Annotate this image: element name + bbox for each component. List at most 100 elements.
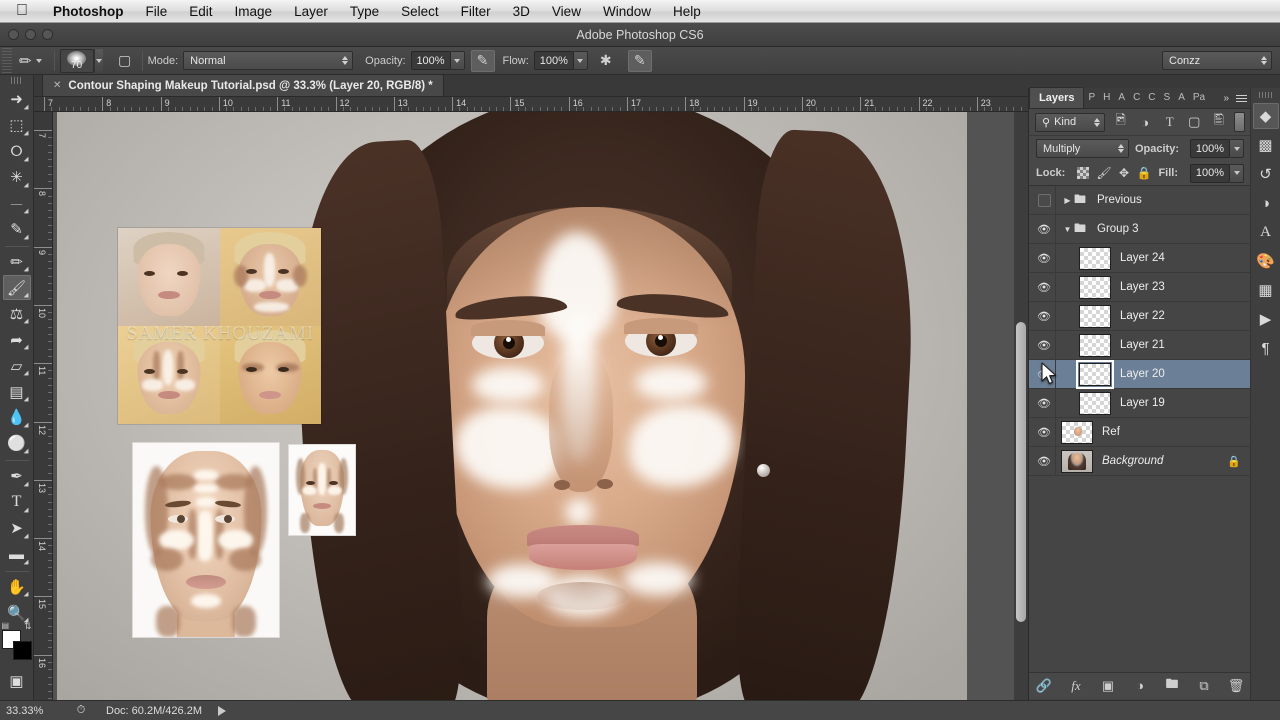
layer-name[interactable]: Layer 21 bbox=[1120, 339, 1165, 351]
zoom-level-field[interactable]: 33.33% bbox=[0, 705, 70, 717]
brush-tool[interactable]: 🖌 bbox=[2, 275, 31, 301]
layer-visibility-toggle[interactable]: 👁 bbox=[1033, 252, 1055, 265]
reference-contour-diagram[interactable] bbox=[132, 442, 280, 638]
flow-value[interactable]: 100% bbox=[533, 51, 574, 70]
flow-control[interactable]: 100% bbox=[533, 51, 588, 70]
layer-name[interactable]: Layer 23 bbox=[1120, 281, 1165, 293]
dodge-tool[interactable]: ⚪ bbox=[3, 431, 31, 456]
menu-view[interactable]: View bbox=[541, 0, 592, 23]
workspace-switcher[interactable]: Conzz bbox=[1162, 51, 1272, 70]
close-window-button[interactable] bbox=[8, 29, 19, 40]
table-row[interactable]: 👁 Layer 20 bbox=[1029, 359, 1251, 389]
layer-list[interactable]: ▶ 🖿 Previous 👁 ▼ 🖿 Group 3 👁 Layer 24 👁 … bbox=[1029, 186, 1251, 604]
filter-pixel-layers-icon[interactable]: 🖻 bbox=[1111, 112, 1130, 133]
color-swatches[interactable]: ▤ ⇅ bbox=[1, 621, 32, 661]
tab-history[interactable]: H bbox=[1099, 87, 1114, 108]
crop-tool[interactable]: ⏤ bbox=[3, 191, 31, 216]
layer-name[interactable]: Layer 20 bbox=[1120, 368, 1165, 380]
menu-edit[interactable]: Edit bbox=[178, 0, 223, 23]
table-row[interactable]: 👁 Layer 21 bbox=[1029, 330, 1251, 360]
character-dock-icon[interactable]: A bbox=[1253, 219, 1279, 245]
reference-contour-map-small[interactable] bbox=[288, 444, 356, 536]
dock-grip[interactable] bbox=[1259, 92, 1272, 98]
layer-visibility-toggle[interactable]: 👁 bbox=[1033, 339, 1055, 352]
spot-healing-brush-tool[interactable]: ✏ bbox=[3, 250, 31, 275]
tab-channels[interactable]: C bbox=[1129, 87, 1144, 108]
table-row[interactable]: 👁 Background 🔒 bbox=[1029, 446, 1251, 476]
rectangular-marquee-tool[interactable]: ⬚ bbox=[3, 113, 31, 138]
eraser-tool[interactable]: ▱ bbox=[3, 353, 31, 378]
table-row[interactable]: 👁 ▼ 🖿 Group 3 bbox=[1029, 214, 1251, 244]
pen-tool[interactable]: ✒ bbox=[3, 464, 31, 489]
layer-opacity-dropdown[interactable] bbox=[1230, 139, 1244, 158]
tab-swatches[interactable]: S bbox=[1160, 87, 1175, 108]
tab-layers[interactable]: Layers bbox=[1029, 87, 1085, 108]
move-tool[interactable]: ➜ bbox=[3, 87, 31, 112]
layer-visibility-toggle[interactable]: 👁 bbox=[1033, 455, 1055, 468]
layer-visibility-toggle[interactable]: 👁 bbox=[1033, 223, 1055, 236]
canvas-area[interactable]: SAMER KHOUZAMI bbox=[53, 112, 1028, 700]
add-layer-mask-button[interactable]: ▣ bbox=[1099, 677, 1117, 695]
layer-thumbnail[interactable] bbox=[1079, 246, 1111, 270]
layer-opacity-value[interactable]: 100% bbox=[1190, 139, 1230, 158]
pressure-opacity-toggle-button[interactable]: ✎ bbox=[470, 49, 495, 72]
active-tool-preset-picker[interactable]: ✏ bbox=[12, 52, 49, 70]
menu-type[interactable]: Type bbox=[339, 0, 390, 23]
horizontal-type-tool[interactable]: T bbox=[3, 490, 31, 515]
delete-layer-button[interactable]: 🗑 bbox=[1227, 677, 1245, 695]
lock-position-button[interactable]: ✥ bbox=[1119, 165, 1130, 182]
swap-colors-icon[interactable]: ⇅ bbox=[24, 621, 32, 632]
layers-dock-icon[interactable]: ◆ bbox=[1252, 103, 1279, 129]
layer-name[interactable]: Ref bbox=[1102, 426, 1120, 438]
canvas-vertical-scrollbar[interactable] bbox=[1014, 112, 1028, 700]
status-menu-arrow-icon[interactable] bbox=[218, 705, 226, 716]
toggle-brush-panel-button[interactable]: ▢ bbox=[113, 50, 137, 72]
link-layers-button[interactable]: 🔗 bbox=[1035, 677, 1053, 695]
background-color-swatch[interactable] bbox=[12, 641, 32, 661]
layer-thumbnail[interactable] bbox=[1079, 275, 1111, 299]
menu-select[interactable]: Select bbox=[390, 0, 450, 23]
layer-thumbnail[interactable] bbox=[1061, 420, 1093, 444]
color-dock-icon[interactable]: 🎨 bbox=[1253, 248, 1279, 274]
vertical-ruler[interactable]: 789101112131415161718192021 bbox=[34, 112, 53, 700]
chevron-right-icon[interactable]: ▶ bbox=[1061, 196, 1074, 205]
filter-smart-object-layers-icon[interactable]: 🖺 bbox=[1210, 112, 1229, 133]
layer-thumbnail[interactable] bbox=[1079, 391, 1111, 415]
history-dock-icon[interactable]: ↺ bbox=[1253, 161, 1279, 187]
layer-name[interactable]: Layer 24 bbox=[1120, 252, 1165, 264]
apple-menu-icon[interactable]:  bbox=[16, 3, 28, 19]
paragraph-dock-icon[interactable]: ¶ bbox=[1253, 335, 1279, 361]
lasso-tool[interactable]: ⭘ bbox=[3, 139, 31, 164]
tab-paragraph[interactable]: Pa bbox=[1189, 87, 1209, 108]
default-colors-icon[interactable]: ▤ bbox=[2, 621, 10, 630]
eyedropper-tool[interactable]: ✎ bbox=[3, 217, 31, 242]
menu-layer[interactable]: Layer bbox=[283, 0, 339, 23]
filter-adjustment-layers-icon[interactable]: ◑ bbox=[1136, 112, 1155, 133]
blend-mode-select[interactable]: Normal bbox=[183, 51, 354, 70]
table-row[interactable]: 👁 Layer 19 bbox=[1029, 388, 1251, 418]
new-group-button[interactable]: 🖿 bbox=[1163, 676, 1181, 695]
menu-filter[interactable]: Filter bbox=[450, 0, 502, 23]
new-adjustment-layer-button[interactable]: ◑ bbox=[1131, 677, 1149, 695]
layer-opacity-control[interactable]: 100% bbox=[1190, 139, 1244, 158]
reference-collage[interactable]: SAMER KHOUZAMI bbox=[117, 227, 322, 425]
layer-name[interactable]: Layer 22 bbox=[1120, 310, 1165, 322]
close-icon[interactable]: ✕ bbox=[53, 80, 61, 91]
brush-preset-picker[interactable]: 70 bbox=[59, 48, 94, 73]
menu-photoshop[interactable]: Photoshop bbox=[42, 0, 135, 23]
pressure-size-toggle-button[interactable]: ✎ bbox=[627, 49, 652, 72]
tab-color[interactable]: C bbox=[1144, 87, 1159, 108]
menu-3d[interactable]: 3D bbox=[502, 0, 541, 23]
layer-thumbnail[interactable] bbox=[1076, 359, 1114, 389]
layer-thumbnail[interactable] bbox=[1061, 449, 1093, 473]
menu-image[interactable]: Image bbox=[224, 0, 284, 23]
table-row[interactable]: 👁 Layer 22 bbox=[1029, 301, 1251, 331]
blur-tool[interactable]: 💧 bbox=[3, 405, 31, 430]
lock-image-pixels-button[interactable]: 🖌 bbox=[1096, 165, 1111, 182]
magic-wand-tool[interactable]: ✳ bbox=[3, 165, 31, 190]
image-canvas[interactable]: SAMER KHOUZAMI bbox=[57, 112, 967, 700]
lock-all-button[interactable]: 🔒 bbox=[1136, 165, 1151, 182]
history-brush-tool[interactable]: ➦ bbox=[3, 327, 31, 352]
layer-visibility-toggle[interactable]: 👁 bbox=[1033, 426, 1055, 439]
3d-dock-icon[interactable]: ▩ bbox=[1253, 132, 1279, 158]
